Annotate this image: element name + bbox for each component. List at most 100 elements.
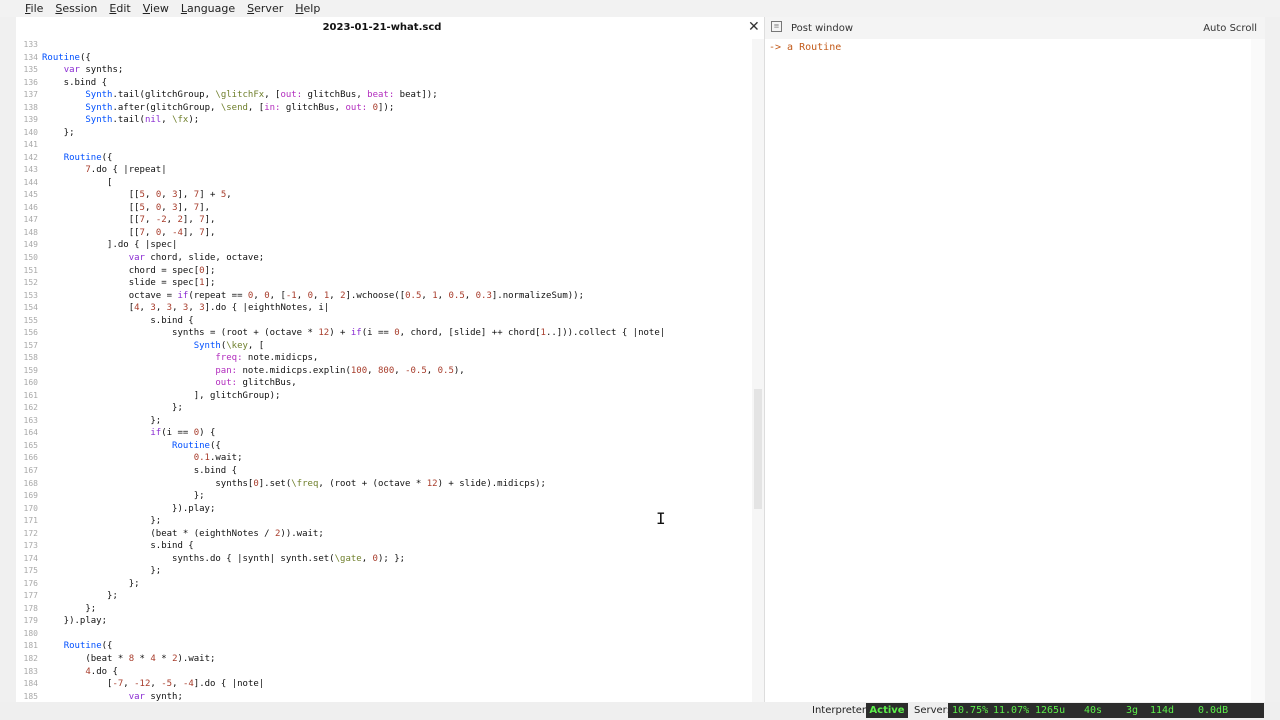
code-line[interactable]: 143 7.do { |repeat| [16,164,752,177]
code-line[interactable]: 160 out: glitchBus, [16,377,752,390]
code-text[interactable]: }).play; [42,503,215,516]
auto-scroll-button[interactable]: Auto Scroll [1203,23,1257,34]
code-text[interactable]: ].do { |spec| [42,239,177,252]
menu-session[interactable]: Session [49,2,103,15]
code-line[interactable]: 137 Synth.tail(glitchGroup, \glitchFx, [… [16,89,752,102]
code-line[interactable]: 155 s.bind { [16,315,752,328]
volume-level[interactable]: 0.0dB [1198,703,1228,718]
menu-edit[interactable]: Edit [103,2,136,15]
code-line[interactable]: 166 0.1.wait; [16,452,752,465]
code-text[interactable]: }; [42,515,161,528]
code-editor[interactable]: 2023-01-21-what.scd ✕ 133 134 Routine({135… [16,17,764,702]
code-line[interactable]: 183 4.do { [16,666,752,679]
code-text[interactable]: }; [42,565,161,578]
code-text[interactable]: }; [42,490,205,503]
code-line[interactable]: 177 }; [16,590,752,603]
code-text[interactable]: s.bind { [42,465,237,478]
code-line[interactable]: 173 s.bind { [16,540,752,553]
code-text[interactable]: out: glitchBus, [42,377,296,390]
code-line[interactable]: 169 }; [16,490,752,503]
code-text[interactable]: [[5, 0, 3], 7] + 5, [42,189,232,202]
code-line[interactable]: 171 }; [16,515,752,528]
code-text[interactable]: if(i == 0) { [42,427,215,440]
code-line[interactable]: 147 [[7, -2, 2], 7], [16,214,752,227]
code-text[interactable]: s.bind { [42,315,193,328]
code-text[interactable]: s.bind { [42,77,107,90]
code-line[interactable]: 134 Routine({ [16,52,752,65]
code-line[interactable]: 176 }; [16,578,752,591]
code-line[interactable]: 184 [-7, -12, -5, -4].do { |note| [16,678,752,691]
code-area[interactable]: 133 134 Routine({135 var synths; 136 s.bind… [16,39,752,703]
code-text[interactable]: }; [42,590,118,603]
code-text[interactable]: freq: note.midicps, [42,352,318,365]
code-text[interactable]: Synth.tail(glitchGroup, \glitchFx, [out:… [42,89,437,102]
code-text[interactable]: s.bind { [42,540,193,553]
menu-server[interactable]: Server [241,2,289,15]
code-line[interactable]: 148 [[7, 0, -4], 7], [16,227,752,240]
code-text[interactable]: }; [42,402,183,415]
code-text[interactable]: 7.do { |repeat| [42,164,166,177]
code-text[interactable]: pan: note.midicps.explin(100, 800, -0.5,… [42,365,464,378]
dock-icon[interactable]: ≡ [771,21,782,32]
code-line[interactable]: 158 freq: note.midicps, [16,352,752,365]
code-line[interactable]: 145 [[5, 0, 3], 7] + 5, [16,189,752,202]
code-text[interactable]: ], glitchGroup); [42,390,281,403]
code-line[interactable]: 159 pan: note.midicps.explin(100, 800, -… [16,365,752,378]
code-text[interactable]: }; [42,578,140,591]
menu-language[interactable]: Language [175,2,241,15]
code-line[interactable]: 133 [16,39,752,52]
code-line[interactable]: 141 [16,139,752,152]
code-text[interactable]: }).play; [42,615,107,628]
code-text[interactable]: }; [42,603,96,616]
code-text[interactable]: Synth.tail(nil, \fx); [42,114,199,127]
menu-file[interactable]: File [0,2,49,15]
code-line[interactable]: 154 [4, 3, 3, 3, 3].do { |eighthNotes, i… [16,302,752,315]
post-window-scrollbar[interactable] [1251,39,1265,702]
code-text[interactable]: [[5, 0, 3], 7], [42,202,210,215]
code-text[interactable]: synths = (root + (octave * 12) + if(i ==… [42,327,665,340]
code-line[interactable]: 168 synths[0].set(\freq, (root + (octave… [16,478,752,491]
code-text[interactable]: chord = spec[0]; [42,265,216,278]
code-text[interactable]: 0.1.wait; [42,452,243,465]
code-text[interactable]: [-7, -12, -5, -4].do { |note| [42,678,264,691]
code-line[interactable]: 146 [[5, 0, 3], 7], [16,202,752,215]
code-text[interactable]: 4.do { [42,666,118,679]
close-icon[interactable]: ✕ [748,19,760,35]
code-text[interactable]: [[7, 0, -4], 7], [42,227,216,240]
code-text[interactable]: var chord, slide, octave; [42,252,264,265]
code-line[interactable]: 175 }; [16,565,752,578]
code-line[interactable]: 150 var chord, slide, octave; [16,252,752,265]
code-line[interactable]: 156 synths = (root + (octave * 12) + if(… [16,327,752,340]
code-line[interactable]: 179 }).play; [16,615,752,628]
code-line[interactable]: 144 [ [16,177,752,190]
code-text[interactable]: [ [42,177,112,190]
code-line[interactable]: 181 Routine({ [16,640,752,653]
code-line[interactable]: 174 synths.do { |synth| synth.set(\gate,… [16,553,752,566]
code-line[interactable]: 153 octave = if(repeat == 0, 0, [-1, 0, … [16,290,752,303]
code-line[interactable]: 157 Synth(\key, [ [16,340,752,353]
code-text[interactable]: [[7, -2, 2], 7], [42,214,216,227]
code-line[interactable]: 136 s.bind { [16,77,752,90]
code-line[interactable]: 182 (beat * 8 * 4 * 2).wait; [16,653,752,666]
code-line[interactable]: 139 Synth.tail(nil, \fx); [16,114,752,127]
code-line[interactable]: 164 if(i == 0) { [16,427,752,440]
code-text[interactable]: Synth(\key, [ [42,340,264,353]
code-text[interactable]: octave = if(repeat == 0, 0, [-1, 0, 1, 2… [42,290,584,303]
menu-help[interactable]: Help [289,2,326,15]
code-text[interactable]: (beat * (eighthNotes / 2)).wait; [42,528,323,541]
code-line[interactable]: 152 slide = spec[1]; [16,277,752,290]
code-line[interactable]: 180 [16,628,752,641]
menu-view[interactable]: View [137,2,175,15]
code-text[interactable]: (beat * 8 * 4 * 2).wait; [42,653,215,666]
code-line[interactable]: 138 Synth.after(glitchGroup, \send, [in:… [16,102,752,115]
code-line[interactable]: 163 }; [16,415,752,428]
code-line[interactable]: 165 Routine({ [16,440,752,453]
code-text[interactable]: synths[0].set(\freq, (root + (octave * 1… [42,478,546,491]
code-text[interactable]: }; [42,415,161,428]
code-line[interactable]: 162 }; [16,402,752,415]
server-status[interactable]: 10.75% 11.07% 1265u 40s 3g 114d 0.0dB [948,703,1264,718]
code-line[interactable]: 170 }).play; [16,503,752,516]
code-line[interactable]: 167 s.bind { [16,465,752,478]
code-text[interactable]: synths.do { |synth| synth.set(\gate, 0);… [42,553,405,566]
code-line[interactable]: 151 chord = spec[0]; [16,265,752,278]
